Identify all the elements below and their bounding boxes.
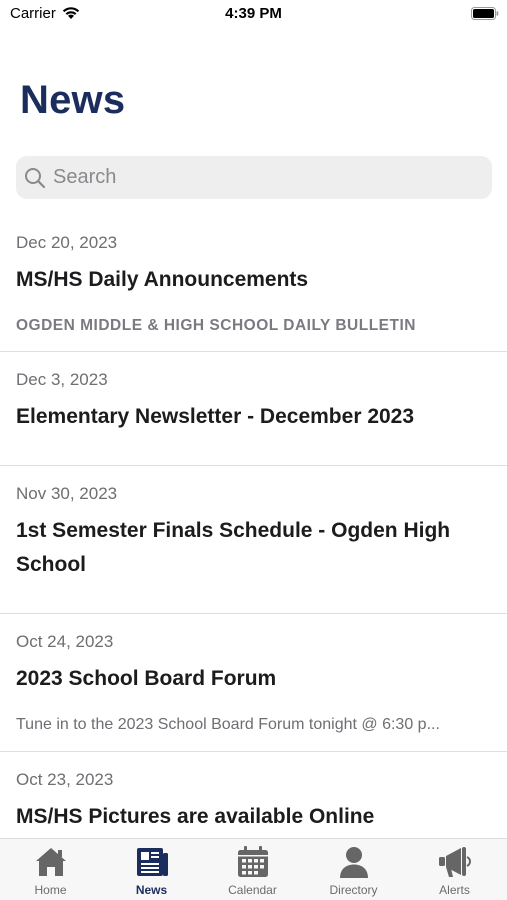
person-icon <box>339 847 368 878</box>
tab-news[interactable]: News <box>101 839 202 900</box>
news-title: MS/HS Pictures are available Online <box>16 805 375 828</box>
news-date: Dec 3, 2023 <box>16 370 108 389</box>
news-summary: Tune in to the 2023 School Board Forum t… <box>16 716 440 733</box>
battery-icon <box>471 7 499 20</box>
news-title: 1st Semester Finals Schedule - Ogden Hig… <box>16 519 451 576</box>
home-icon <box>35 848 66 876</box>
search-input[interactable] <box>53 166 473 189</box>
tab-label: Home <box>34 883 67 897</box>
news-list: Dec 20, 2023 MS/HS Daily Announcements O… <box>0 219 507 872</box>
news-item[interactable]: Nov 30, 2023 1st Semester Finals Schedul… <box>0 466 507 614</box>
tab-calendar[interactable]: Calendar <box>202 839 303 900</box>
tab-alerts[interactable]: Alerts <box>404 839 505 900</box>
search-bar[interactable] <box>16 156 492 199</box>
news-title: MS/HS Daily Announcements <box>16 268 309 291</box>
tab-label: Directory <box>329 883 378 897</box>
search-icon <box>25 167 46 188</box>
status-bar: Carrier 4:39 PM <box>0 0 507 30</box>
news-date: Oct 24, 2023 <box>16 632 114 651</box>
calendar-icon <box>237 846 268 877</box>
news-item[interactable]: Dec 20, 2023 MS/HS Daily Announcements O… <box>0 219 507 352</box>
newspaper-icon <box>136 848 168 876</box>
page-title: News <box>20 78 126 122</box>
tab-label: Alerts <box>439 883 470 897</box>
status-time: 4:39 PM <box>225 5 282 22</box>
news-item[interactable]: Dec 3, 2023 Elementary Newsletter - Dece… <box>0 352 507 466</box>
news-date: Nov 30, 2023 <box>16 484 118 503</box>
news-date: Oct 23, 2023 <box>16 770 114 789</box>
tab-label: Calendar <box>228 883 277 897</box>
megaphone-icon <box>438 847 471 877</box>
tab-bar: Home News Calendar Directory Alerts <box>0 838 507 900</box>
news-date: Dec 20, 2023 <box>16 233 118 252</box>
tab-directory[interactable]: Directory <box>303 839 404 900</box>
news-title: 2023 School Board Forum <box>16 667 277 690</box>
news-item[interactable]: Oct 24, 2023 2023 School Board Forum Tun… <box>0 614 507 752</box>
news-summary: OGDEN MIDDLE & HIGH SCHOOL DAILY BULLETI… <box>16 317 416 334</box>
tab-label: News <box>135 883 168 897</box>
tab-home[interactable]: Home <box>0 839 101 900</box>
news-title: Elementary Newsletter - December 2023 <box>16 405 415 428</box>
